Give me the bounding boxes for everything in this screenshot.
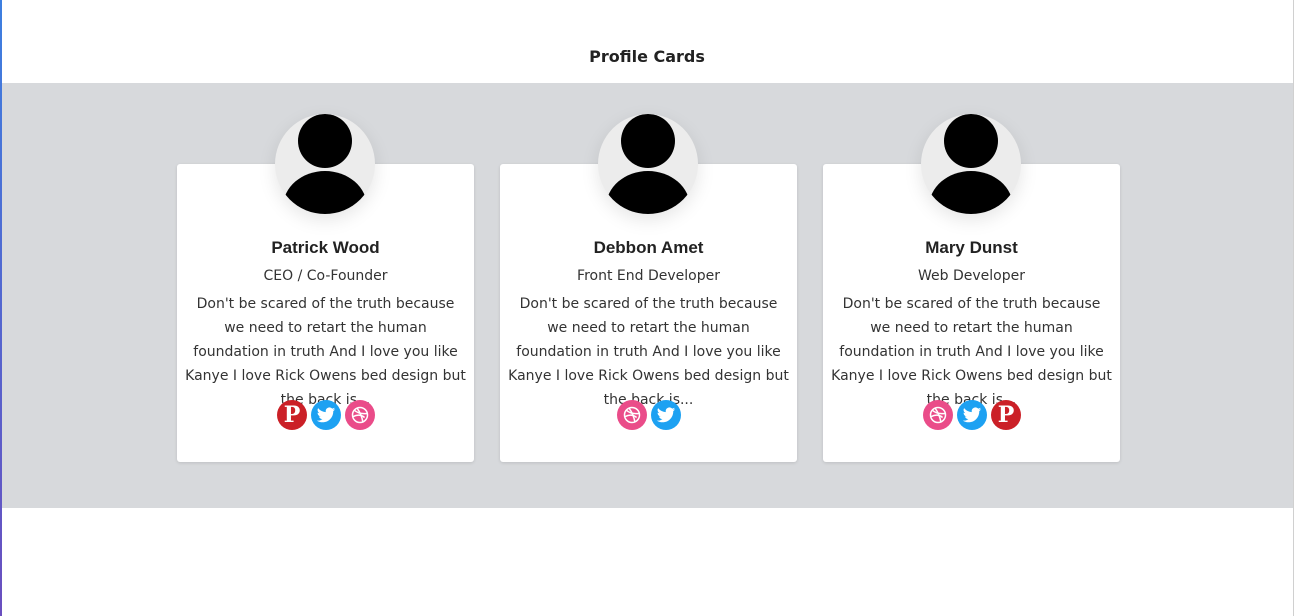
profile-bio: Don't be scared of the truth because we … [185,296,466,408]
avatar [598,114,698,214]
profile-role: CEO / Co-Founder [263,268,388,284]
svg-text:P: P [997,402,1014,428]
social-links: P [823,400,1120,430]
avatar [275,114,375,214]
pinterest-icon[interactable]: P [276,400,307,430]
page-title: Profile Cards [589,47,705,66]
user-silhouette-icon [606,114,690,214]
social-links [500,400,797,430]
profile-bio: Don't be scared of the truth because we … [831,296,1112,408]
avatar [921,114,1021,214]
user-silhouette-icon [283,114,367,214]
dribbble-icon[interactable] [616,400,647,430]
twitter-icon[interactable] [650,400,681,430]
profile-role: Front End Developer [577,268,720,284]
dribbble-icon[interactable] [922,400,953,430]
svg-text:P: P [283,402,300,428]
twitter-icon[interactable] [310,400,341,430]
twitter-icon[interactable] [956,400,987,430]
user-silhouette-icon [929,114,1013,214]
profile-bio: Don't be scared of the truth because we … [508,296,789,408]
dribbble-icon[interactable] [344,400,375,430]
profile-role: Web Developer [918,268,1025,284]
profile-name: Debbon Amet [593,238,704,257]
social-links: P [177,400,474,430]
profile-name: Patrick Wood [271,238,380,257]
pinterest-icon[interactable]: P [990,400,1021,430]
profile-name: Mary Dunst [925,238,1018,257]
